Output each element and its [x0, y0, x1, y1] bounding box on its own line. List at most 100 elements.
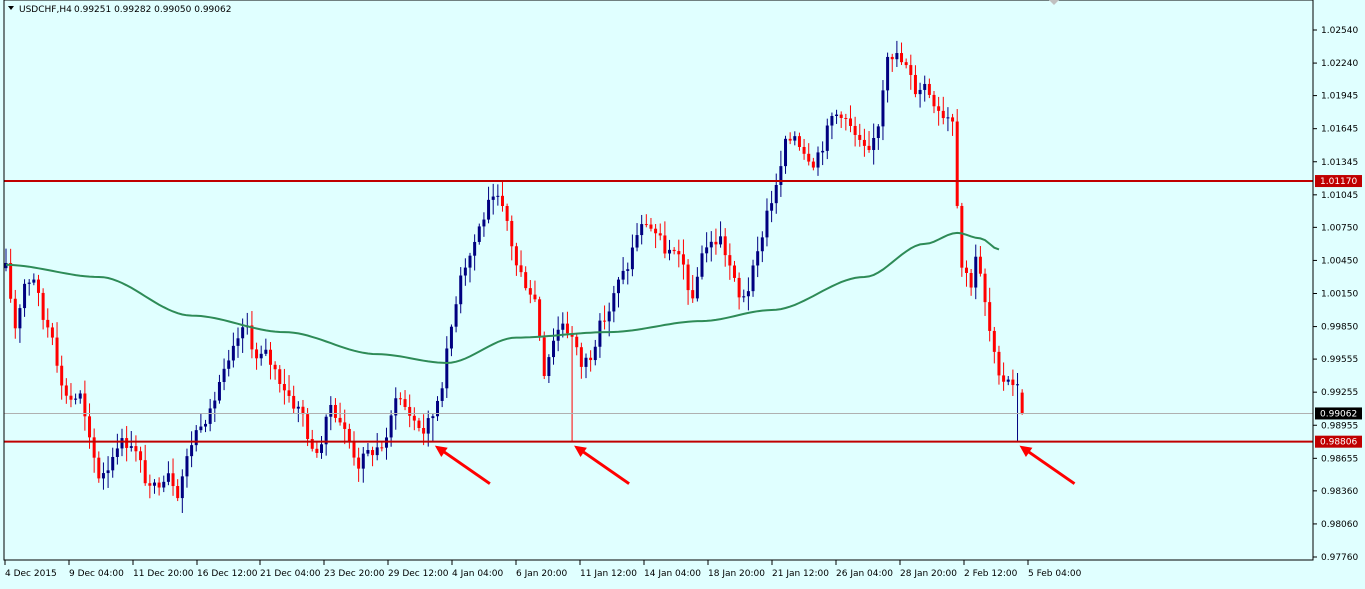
- candle-body: [236, 338, 240, 346]
- candle-body: [862, 139, 866, 146]
- candle-body: [788, 138, 792, 141]
- candle-body: [997, 351, 1001, 376]
- candle-body: [139, 451, 143, 461]
- candle-body: [505, 206, 509, 221]
- candle-body: [445, 348, 449, 389]
- candle-body: [412, 415, 416, 421]
- candle-body: [487, 199, 491, 220]
- candle-body: [92, 437, 96, 458]
- chart-svg[interactable]: 1.02540 1.02240 1.01945 1.01645 1.01345 1.010…: [0, 0, 1365, 585]
- candle-body: [440, 388, 444, 401]
- price-tick-label: 0.99850: [1321, 323, 1358, 333]
- price-tag-label: 0.98806: [1320, 438, 1357, 448]
- candle-body: [46, 319, 50, 328]
- candle-body: [547, 357, 551, 377]
- candle-body: [612, 293, 616, 312]
- candle-body: [737, 277, 741, 298]
- ohlc-values: 0.99251 0.99282 0.99050 0.99062: [74, 5, 231, 15]
- candle-body: [1011, 379, 1015, 386]
- candle-body: [152, 482, 156, 486]
- candle-body: [333, 404, 337, 418]
- candle-body: [686, 264, 690, 291]
- candle-body: [932, 94, 936, 107]
- candle-body: [60, 365, 64, 386]
- candle-body: [635, 235, 639, 248]
- candle-body: [431, 416, 435, 419]
- price-tick-label: 1.01045: [1321, 191, 1358, 201]
- chart-window[interactable]: 1.02540 1.02240 1.01945 1.01645 1.01345 1.010…: [0, 0, 1365, 585]
- candle-body: [603, 320, 607, 322]
- candle-body: [839, 114, 843, 118]
- candle-body: [1006, 379, 1010, 382]
- candle-body: [208, 408, 212, 424]
- candle-body: [9, 262, 13, 299]
- candle-body: [770, 203, 774, 211]
- candle-body: [352, 442, 356, 458]
- candle-body: [482, 219, 486, 227]
- time-tick-label: 5 Feb 04:00: [1028, 569, 1082, 579]
- candle-body: [621, 270, 625, 280]
- candle-body: [459, 275, 463, 305]
- candle-body: [310, 438, 314, 449]
- candle-body: [835, 114, 839, 117]
- price-tick-label: 0.97760: [1321, 553, 1358, 563]
- candle-body: [41, 292, 45, 320]
- candle-body: [714, 241, 718, 245]
- candle-body: [398, 398, 402, 400]
- candle-body: [867, 145, 871, 151]
- candle-body: [524, 272, 528, 289]
- candle-body: [324, 416, 328, 445]
- candle-body: [946, 117, 950, 119]
- candle-body: [538, 299, 542, 338]
- candle-body: [900, 53, 904, 63]
- candle-body: [426, 418, 430, 434]
- time-tick-label: 14 Jan 04:00: [644, 569, 701, 579]
- candle-body: [55, 337, 59, 366]
- time-tick-label: 18 Jan 20:00: [708, 569, 765, 579]
- candle-body: [287, 390, 291, 396]
- candle-body: [941, 110, 945, 119]
- candle-body: [742, 296, 746, 298]
- candle-body: [649, 224, 653, 229]
- time-tick-label: 21 Dec 04:00: [260, 569, 321, 579]
- candle-body: [1002, 375, 1006, 382]
- time-tick-label: 28 Jan 20:00: [900, 569, 957, 579]
- candle-body: [542, 337, 546, 377]
- candle-body: [268, 349, 272, 365]
- price-tick-label: 1.00750: [1321, 223, 1358, 233]
- candle-body: [338, 417, 342, 423]
- candle-body: [853, 125, 857, 135]
- time-tick-label: 6 Jan 20:00: [516, 569, 568, 579]
- time-tick-label: 26 Jan 04:00: [836, 569, 893, 579]
- price-tick-label: 1.02540: [1321, 26, 1358, 36]
- candle-body: [955, 121, 959, 206]
- candle-body: [361, 453, 365, 469]
- candle-body: [36, 279, 40, 293]
- candle-body: [654, 228, 658, 234]
- candle-body: [296, 406, 300, 409]
- candle-body: [13, 298, 17, 329]
- candle-body: [32, 279, 36, 283]
- candle-body: [598, 320, 602, 347]
- candle-body: [129, 446, 133, 448]
- symbol-label: USDCHF,H4: [19, 5, 72, 15]
- candle-body: [241, 327, 245, 339]
- candle-body: [700, 253, 704, 277]
- candle-body: [1016, 384, 1020, 386]
- candle-body: [306, 414, 310, 439]
- candle-body: [561, 323, 565, 330]
- candle-body: [876, 126, 880, 138]
- candle-body: [723, 236, 727, 256]
- time-tick-label: 4 Dec 2015: [5, 569, 57, 579]
- candle-body: [774, 184, 778, 204]
- candle-body: [88, 416, 92, 438]
- candle-body: [719, 236, 723, 245]
- candle-body: [811, 161, 815, 168]
- candle-body: [83, 393, 87, 417]
- candle-body: [449, 326, 453, 349]
- candle-body: [217, 381, 221, 401]
- candle-body: [732, 265, 736, 278]
- candle-body: [394, 398, 398, 416]
- candle-body: [644, 224, 648, 226]
- candle-body: [50, 327, 54, 338]
